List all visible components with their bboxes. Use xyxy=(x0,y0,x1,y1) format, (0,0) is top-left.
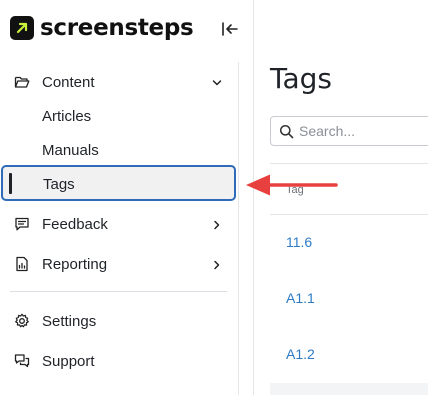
sidebar-item-settings[interactable]: Settings xyxy=(0,304,238,338)
sidebar-item-label: Tags xyxy=(43,176,75,193)
brand-logo-icon xyxy=(10,16,34,40)
table-row[interactable] xyxy=(270,383,428,395)
sidebar: screensteps Content Articles Manuals Tag… xyxy=(0,0,254,395)
sidebar-item-label: Content xyxy=(42,73,95,91)
brand[interactable]: screensteps xyxy=(10,15,194,41)
active-indicator xyxy=(9,173,12,194)
table-row[interactable]: 11.6 xyxy=(270,215,428,271)
sidebar-item-support[interactable]: Support xyxy=(0,344,238,378)
sidebar-item-tags[interactable]: Tags xyxy=(1,165,236,201)
sidebar-item-label: Reporting xyxy=(42,255,108,273)
folder-open-icon xyxy=(14,74,30,90)
brand-name: screensteps xyxy=(40,15,194,41)
sidebar-item-articles[interactable]: Articles xyxy=(0,99,238,133)
search-input[interactable] xyxy=(299,121,428,141)
report-chart-icon xyxy=(14,256,30,272)
sidebar-item-label: Articles xyxy=(42,107,92,125)
page-title: Tags xyxy=(270,62,332,95)
gear-icon xyxy=(14,313,30,329)
sidebar-item-label: Manuals xyxy=(42,141,99,159)
message-square-icon xyxy=(14,216,30,232)
sidebar-item-label: Feedback xyxy=(42,215,108,233)
chevron-down-icon[interactable] xyxy=(211,76,223,88)
annotation-arrow-icon xyxy=(242,172,338,198)
sidebar-item-manuals[interactable]: Manuals xyxy=(0,133,238,167)
tag-link[interactable]: A1.1 xyxy=(286,290,315,306)
sidebar-item-reporting[interactable]: Reporting xyxy=(0,247,238,281)
sidebar-item-content[interactable]: Content xyxy=(0,65,238,99)
chevron-right-icon[interactable] xyxy=(211,218,223,230)
search-icon xyxy=(279,124,294,139)
chat-bubbles-icon xyxy=(14,353,30,369)
sidebar-item-feedback[interactable]: Feedback xyxy=(0,207,238,241)
table-row[interactable]: A1.1 xyxy=(270,271,428,327)
chevron-right-icon[interactable] xyxy=(211,258,223,270)
sidebar-divider xyxy=(10,291,227,292)
table-row[interactable]: A1.2 xyxy=(270,327,428,383)
search-box[interactable] xyxy=(270,116,428,146)
tag-link[interactable]: 11.6 xyxy=(286,234,312,250)
sidebar-item-label: Support xyxy=(42,352,95,370)
collapse-sidebar-icon[interactable] xyxy=(220,19,240,39)
tag-link[interactable]: A1.2 xyxy=(286,346,315,362)
sidebar-item-label: Settings xyxy=(42,312,97,330)
sidebar-scrollbar[interactable] xyxy=(238,62,239,395)
